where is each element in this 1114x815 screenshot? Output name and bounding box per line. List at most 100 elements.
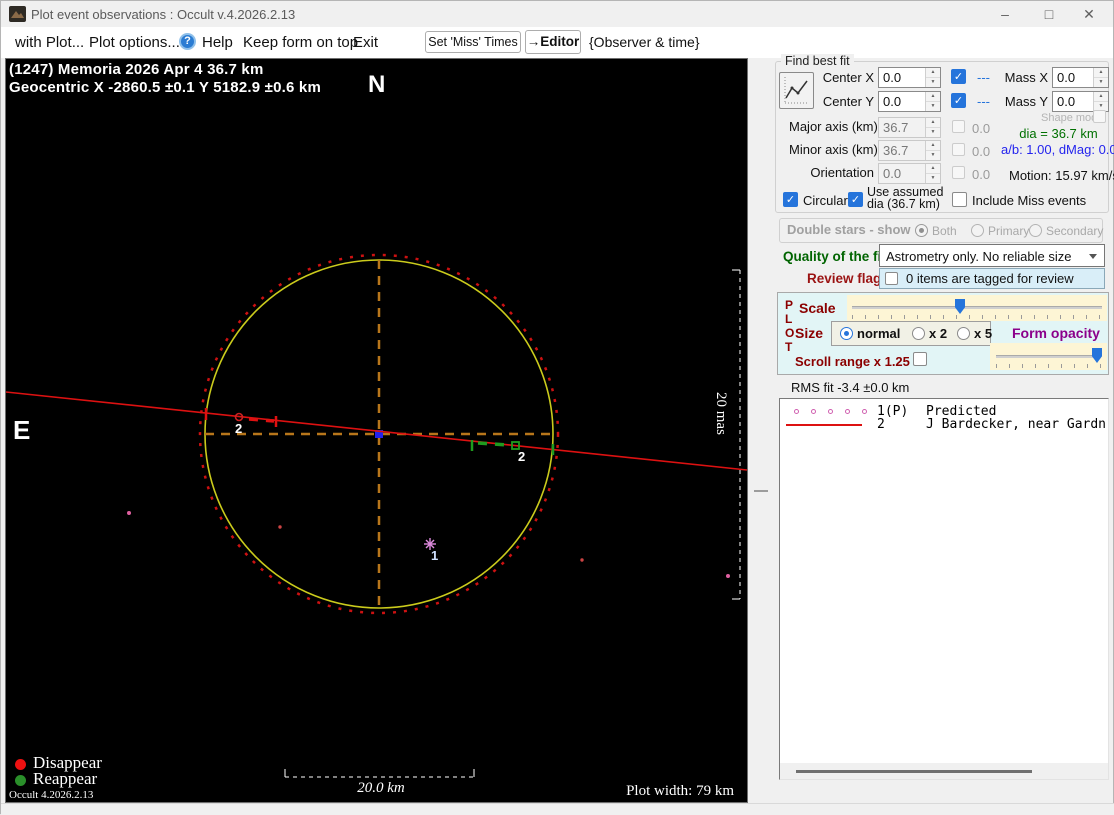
- chevron-down-icon: [1089, 254, 1097, 259]
- spin-down-icon[interactable]: ▼: [1094, 78, 1108, 87]
- menu-bar: with Plot... Plot options... ? Help Keep…: [1, 27, 1113, 58]
- include-miss-checkbox[interactable]: [952, 192, 967, 207]
- disappear-chord-number: 2: [235, 421, 243, 436]
- observation-number: 2: [877, 417, 885, 432]
- editor-button[interactable]: →Editor: [525, 30, 581, 54]
- review-flags-checkbox[interactable]: [885, 272, 898, 285]
- spin-down-icon: ▼: [926, 174, 940, 183]
- spin-down-icon[interactable]: ▼: [926, 102, 940, 111]
- mass-y-spinner[interactable]: 0.0 ▲ ▼: [1052, 91, 1109, 112]
- minimize-button[interactable]: –: [985, 1, 1025, 27]
- list-hscrollbar[interactable]: [780, 763, 1108, 779]
- spin-down-icon[interactable]: ▼: [926, 78, 940, 87]
- east-label: E: [13, 415, 31, 445]
- circular-label: Circular: [803, 193, 848, 208]
- list-hscrollbar-thumb[interactable]: [796, 770, 1032, 773]
- center-y-dashes: ---: [977, 94, 990, 109]
- help-icon[interactable]: ?: [179, 33, 196, 50]
- center-x-value[interactable]: 0.0: [883, 70, 901, 85]
- set-miss-times-button[interactable]: Set 'Miss' Times: [425, 31, 521, 53]
- menu-with-plot[interactable]: with Plot...: [15, 34, 84, 51]
- field-star: [278, 525, 282, 529]
- size-x5-radio[interactable]: [957, 327, 970, 340]
- spin-up-icon: ▲: [926, 141, 940, 151]
- size-radio-group: normal x 2 x 5: [831, 321, 992, 346]
- menu-plot-options[interactable]: Plot options...: [89, 34, 180, 51]
- spin-up-icon[interactable]: ▲: [926, 92, 940, 102]
- mass-y-value[interactable]: 0.0: [1057, 94, 1075, 109]
- review-flags-text: 0 items are tagged for review: [906, 271, 1074, 286]
- plot-version: Occult 4.2026.2.13: [9, 789, 94, 801]
- spin-up-icon[interactable]: ▲: [1094, 92, 1108, 102]
- solid-line-marker: [786, 424, 862, 426]
- scale-slider-ticks: [852, 315, 1102, 319]
- size-normal-radio[interactable]: [840, 327, 853, 340]
- window-title: Plot event observations : Occult v.4.202…: [31, 7, 296, 22]
- center-x-dashes: ---: [977, 70, 990, 85]
- scale-slider-track[interactable]: [852, 306, 1102, 309]
- shape-model-checkbox[interactable]: [1093, 110, 1106, 123]
- center-y-label: Center Y: [822, 94, 874, 109]
- form-opacity-slider[interactable]: [990, 343, 1107, 370]
- spin-up-icon[interactable]: ▲: [926, 68, 940, 78]
- center-x-spinner[interactable]: 0.0 ▲ ▼: [878, 67, 941, 88]
- horizontal-scale-label: 20.0 km: [357, 780, 405, 796]
- orientation-checkbox: [952, 166, 965, 179]
- spin-down-icon: ▼: [926, 128, 940, 137]
- spin-up-icon: ▲: [926, 118, 940, 128]
- center-y-value[interactable]: 0.0: [883, 94, 901, 109]
- observations-listbox[interactable]: 1(P) Predicted 2 J Bardecker, near Gardn: [779, 398, 1109, 780]
- scroll-range-label: Scroll range x 1.25: [795, 354, 910, 369]
- review-flags-label: Review flags: [807, 271, 889, 286]
- major-axis-value: 36.7: [883, 120, 909, 135]
- horizontal-scale-bracket: [284, 769, 475, 778]
- plot-canvas[interactable]: (1247) Memoria 2026 Apr 4 36.7 km Geocen…: [5, 58, 748, 803]
- form-opacity-track[interactable]: [996, 355, 1101, 358]
- form-opacity-thumb[interactable]: [1092, 348, 1102, 363]
- plot-letter-o: O: [785, 326, 795, 340]
- circular-checkbox[interactable]: ✓: [783, 192, 798, 207]
- form-opacity-label: Form opacity: [1012, 325, 1100, 341]
- reappear-legend-icon: [15, 775, 26, 786]
- major-axis-aux: 0.0: [972, 121, 991, 136]
- quality-combobox[interactable]: Astrometry only. No reliable size: [879, 244, 1105, 267]
- observation-name: J Bardecker, near Gardn: [926, 417, 1107, 432]
- list-item[interactable]: 2 J Bardecker, near Gardn: [780, 412, 1108, 432]
- check-icon: ✓: [850, 194, 861, 206]
- mass-x-spinner[interactable]: 0.0 ▲ ▼: [1052, 67, 1109, 88]
- use-assumed-checkbox[interactable]: ✓: [848, 192, 863, 207]
- spin-up-icon[interactable]: ▲: [1094, 68, 1108, 78]
- use-assumed-label-2: dia (36.7 km): [867, 197, 940, 211]
- quality-label: Quality of the fit: [783, 249, 886, 264]
- scroll-range-checkbox[interactable]: [913, 352, 927, 366]
- scale-slider-thumb[interactable]: [955, 299, 965, 314]
- double-primary-radio: [971, 224, 984, 237]
- scale-slider[interactable]: [847, 295, 1107, 321]
- orientation-value: 0.0: [883, 166, 902, 181]
- maximize-button[interactable]: □: [1029, 1, 1069, 27]
- bottom-strip: [1, 803, 1114, 815]
- center-x-checkbox[interactable]: ✓: [951, 69, 966, 84]
- major-axis-checkbox: [952, 120, 965, 133]
- size-normal-label: normal: [857, 326, 901, 341]
- double-both-label: Both: [932, 224, 957, 238]
- center-y-spinner[interactable]: 0.0 ▲ ▼: [878, 91, 941, 112]
- size-x2-radio[interactable]: [912, 327, 925, 340]
- control-panel: Find best fit Center X 0.0 ▲ ▼ ✓ --- Mass…: [771, 54, 1114, 803]
- menu-help[interactable]: Help: [202, 34, 233, 51]
- include-miss-label: Include Miss events: [972, 193, 1087, 208]
- menu-keep-on-top[interactable]: Keep form on top: [243, 34, 358, 51]
- menu-exit[interactable]: Exit: [353, 34, 378, 51]
- minor-axis-checkbox: [952, 143, 965, 156]
- plot-drawing: [6, 253, 747, 778]
- disappear-legend-icon: [15, 759, 26, 770]
- reappear-legend-label: Reappear: [33, 769, 98, 788]
- ab-dmag-label: a/b: 1.00, dMag: 0.00: [1001, 142, 1114, 157]
- mass-x-value[interactable]: 0.0: [1057, 70, 1075, 85]
- rms-label: RMS fit -3.4 ±0.0 km: [791, 380, 910, 395]
- center-y-checkbox[interactable]: ✓: [951, 93, 966, 108]
- close-button[interactable]: ✕: [1069, 1, 1109, 27]
- vertical-splitter-handle[interactable]: [754, 490, 768, 492]
- plot-geocentric: Geocentric X -2860.5 ±0.1 Y 5182.9 ±0.6 …: [9, 79, 322, 96]
- minor-axis-aux: 0.0: [972, 144, 991, 159]
